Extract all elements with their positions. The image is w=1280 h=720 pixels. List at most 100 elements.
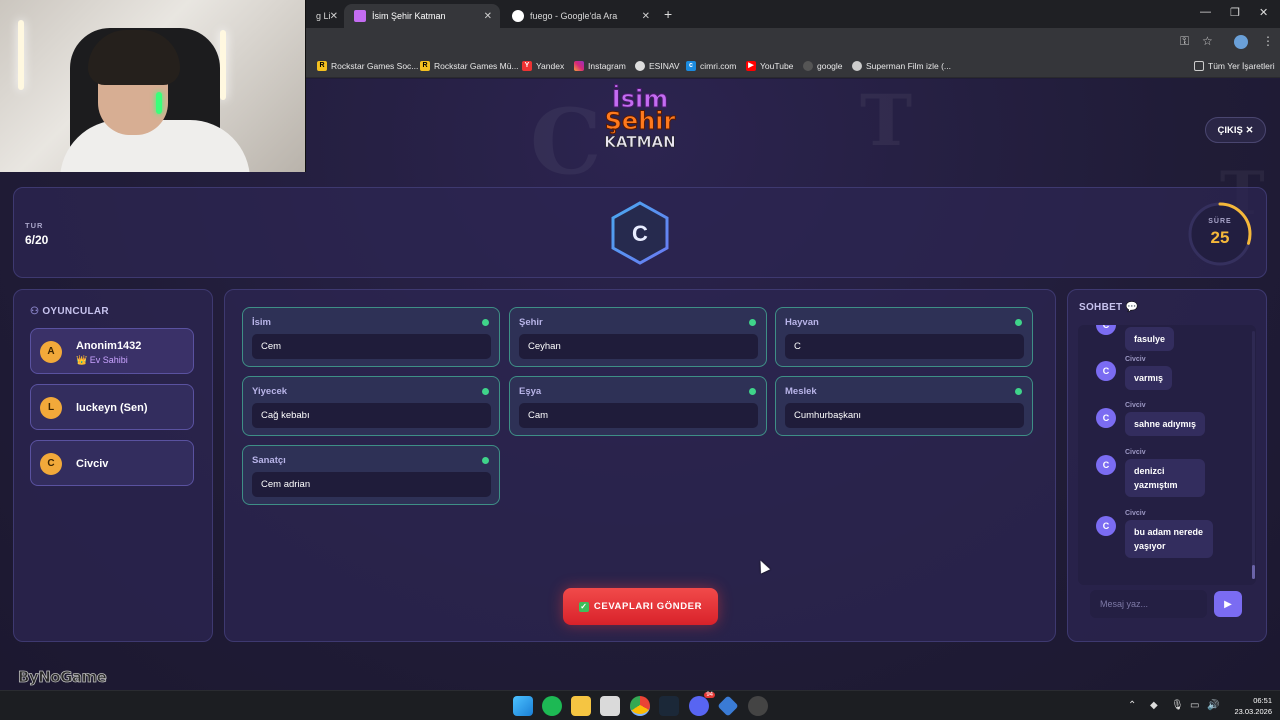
chrome-icon[interactable] [630, 696, 650, 716]
discord-icon[interactable]: 94 [689, 692, 715, 716]
answer-field-yiyecek: Yiyecek [242, 376, 500, 436]
player-card[interactable]: C Civciv [30, 440, 194, 486]
bookmark-esinav[interactable]: ESINAV [635, 61, 680, 71]
answers-panel: İsim Şehir Hayvan Yiyecek Eşya Meslek Sa… [224, 289, 1056, 642]
chat-message: bu adam nerede yaşıyor [1125, 520, 1213, 558]
steam-tray-icon[interactable]: ◆ [1150, 700, 1158, 711]
status-dot [1015, 388, 1022, 395]
browser-tab-1[interactable]: g Li ✕ [306, 4, 346, 28]
steam-icon[interactable] [659, 696, 679, 716]
round-value: 6/20 [25, 233, 49, 247]
users-icon: ⚇ [30, 306, 43, 317]
player-name: Anonim1432 [76, 340, 142, 352]
lamp-decoration [18, 20, 24, 90]
avatar: C [1096, 361, 1116, 381]
profile-avatar-icon[interactable] [1234, 35, 1248, 49]
chat-title: SOHBET 💬 [1079, 302, 1139, 313]
round-label: TUR [25, 221, 44, 230]
bookmark-star-icon[interactable]: ☆ [1202, 34, 1213, 48]
webcam-overlay [0, 0, 306, 172]
bookmark-instagram[interactable]: Instagram [574, 61, 626, 71]
chat-message: fasulye [1125, 327, 1175, 351]
close-icon[interactable]: ✕ [484, 11, 492, 22]
avatar: A [40, 341, 62, 363]
microphone-icon[interactable]: 🎙 [1171, 700, 1184, 711]
spotify-icon[interactable] [542, 696, 562, 716]
answer-input[interactable] [519, 403, 758, 428]
folder-icon [1194, 61, 1204, 71]
chat-scroll-thumb[interactable] [1252, 565, 1255, 579]
send-message-button[interactable]: ▶ [1214, 591, 1242, 617]
timer-label: SÜRE [1208, 218, 1232, 225]
answer-input[interactable] [252, 403, 491, 428]
player-card[interactable]: L luckeyn (Sen) [30, 384, 194, 430]
chat-sender: Civciv [1125, 510, 1146, 517]
yandex-icon: Y [522, 61, 532, 71]
answer-input[interactable] [519, 334, 758, 359]
minimize-icon[interactable]: — [1200, 6, 1211, 18]
answer-field-meslek: Meslek [775, 376, 1033, 436]
rockstar-icon: R [420, 61, 430, 71]
players-panel: ⚇ OYUNCULAR A Anonim1432 👑 Ev Sahibi L l… [13, 289, 213, 642]
all-bookmarks[interactable]: Tüm Yer İşaretleri [1194, 61, 1275, 71]
answer-input[interactable] [252, 472, 491, 497]
restore-icon[interactable]: ❐ [1230, 6, 1240, 19]
browser-tab-3[interactable]: fuego - Google'da Ara ✕ [502, 4, 658, 28]
rockstar-icon: R [317, 61, 327, 71]
game-logo: İsim Şehir KATMAN [604, 85, 676, 151]
bookmark-google[interactable]: google [803, 61, 843, 71]
avatar: C [1096, 516, 1116, 536]
exit-button[interactable]: ÇIKIŞ ✕ [1205, 117, 1266, 143]
bookmark-youtube[interactable]: ▶ YouTube [746, 61, 793, 71]
windows-start-icon[interactable] [513, 696, 533, 716]
instagram-icon [574, 61, 584, 71]
answer-input[interactable] [785, 403, 1024, 428]
tab-title: g Li [316, 11, 331, 21]
network-icon[interactable]: ▭ [1190, 700, 1199, 711]
lamp-decoration [220, 30, 226, 100]
close-icon[interactable]: ✕ [642, 11, 650, 22]
chat-message: denizci yazmıştım [1125, 459, 1205, 497]
globe-icon [635, 61, 645, 71]
chat-sender: Civciv [1125, 402, 1146, 409]
chat-scrollbar[interactable] [1252, 331, 1255, 579]
bookmark-rockstar-music[interactable]: R Rockstar Games Mü... [420, 61, 519, 71]
answer-input[interactable] [785, 334, 1024, 359]
avatar: C [1096, 408, 1116, 428]
store-icon[interactable] [600, 696, 620, 716]
app-icon[interactable] [717, 695, 739, 717]
background-decoration: T [860, 79, 913, 162]
system-clock[interactable]: 06:51 23.03.2026 [1228, 695, 1272, 717]
submit-answers-button[interactable]: ✓ CEVAPLARI GÖNDER [563, 588, 718, 625]
browser-tab-2[interactable]: İsim Şehir Katman ✕ [344, 4, 500, 28]
bookmark-yandex[interactable]: Y Yandex [522, 61, 564, 71]
globe-icon [803, 61, 813, 71]
new-tab-icon[interactable]: + [664, 6, 672, 22]
chat-message: sahne adıymış [1125, 412, 1206, 436]
globe-icon [852, 61, 862, 71]
status-dot [482, 388, 489, 395]
close-icon[interactable]: ✕ [330, 11, 338, 22]
volume-icon[interactable]: 🔊 [1207, 700, 1219, 711]
answer-input[interactable] [252, 334, 491, 359]
file-explorer-icon[interactable] [571, 696, 591, 716]
chat-sender: Civciv [1125, 449, 1146, 456]
headset-light [156, 92, 162, 114]
window-close-icon[interactable]: ✕ [1259, 6, 1268, 19]
menu-dots-icon[interactable]: ⋮ [1262, 34, 1274, 48]
player-card[interactable]: A Anonim1432 👑 Ev Sahibi [30, 328, 194, 374]
bookmark-superman[interactable]: Superman Film izle (... [852, 61, 951, 71]
bookmark-cimri[interactable]: c cimri.com [686, 61, 736, 71]
status-dot [749, 319, 756, 326]
favicon-icon [354, 10, 366, 22]
youtube-icon: ▶ [746, 61, 756, 71]
chat-input[interactable] [1090, 590, 1207, 618]
avatar: C [1096, 455, 1116, 475]
app-icon[interactable] [748, 696, 768, 716]
chat-message: varmış [1125, 366, 1173, 390]
bookmark-rockstar-social[interactable]: R Rockstar Games Soc... [317, 61, 418, 71]
password-key-icon[interactable]: ⚿ [1180, 34, 1189, 49]
avatar: L [40, 397, 62, 419]
tray-chevron-icon[interactable]: ⌃ [1128, 700, 1136, 711]
chat-message-list[interactable]: C fasulye C Civciv varmış C Civciv sahne… [1078, 325, 1256, 585]
